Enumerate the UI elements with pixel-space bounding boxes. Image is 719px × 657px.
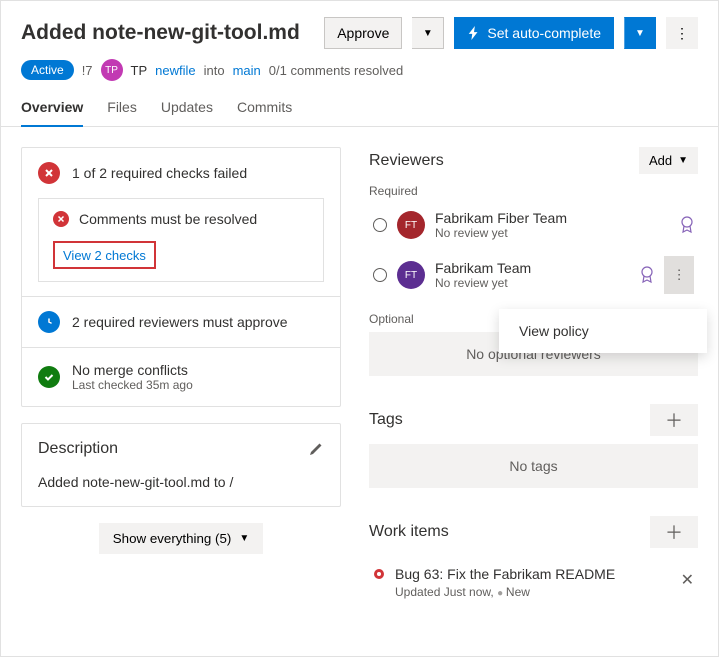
work-items-section-head: Work items ＋ xyxy=(369,516,698,548)
description-card: Description Added note-new-git-tool.md t… xyxy=(21,423,341,507)
vertical-dots-icon: ⋮ xyxy=(672,267,685,283)
description-text: Added note-new-git-tool.md to / xyxy=(38,474,324,490)
target-branch-link[interactable]: main xyxy=(233,63,261,78)
plus-icon: ＋ xyxy=(665,519,683,545)
author-avatar[interactable]: TP xyxy=(101,59,123,81)
add-work-item-button[interactable]: ＋ xyxy=(650,516,698,548)
reviewer-status: No review yet xyxy=(435,276,630,290)
dot-icon: ● xyxy=(497,588,506,599)
checks-summary-text: 1 of 2 required checks failed xyxy=(72,165,247,181)
tab-bar: Overview Files Updates Commits xyxy=(1,81,718,127)
tags-title: Tags xyxy=(369,411,403,429)
checks-detail-box: Comments must be resolved View 2 checks xyxy=(38,198,324,282)
work-items-title: Work items xyxy=(369,523,449,541)
reviewer-context-menu: View policy xyxy=(499,309,707,353)
reviewer-radio[interactable] xyxy=(373,218,387,232)
vertical-dots-icon: ⋮ xyxy=(675,25,689,42)
tab-updates[interactable]: Updates xyxy=(161,99,213,126)
approve-button[interactable]: Approve xyxy=(324,17,402,49)
work-item-info: Bug 63: Fix the Fabrikam README Updated … xyxy=(395,566,615,599)
chevron-down-icon: ▼ xyxy=(423,28,433,39)
pr-header: Added note-new-git-tool.md Approve ▼ Set… xyxy=(1,1,718,81)
reviewer-avatar: FT xyxy=(397,211,425,239)
reviewer-info: Fabrikam Fiber Team No review yet xyxy=(435,210,670,240)
tab-overview[interactable]: Overview xyxy=(21,99,83,127)
reviewers-check-text: 2 required reviewers must approve xyxy=(72,314,288,330)
view-checks-highlight: View 2 checks xyxy=(53,241,156,269)
bug-icon xyxy=(373,568,385,580)
right-column: Reviewers Add ▼ Required FT Fabrikam Fib… xyxy=(369,147,698,609)
show-everything-button[interactable]: Show everything (5) ▼ xyxy=(99,523,263,554)
merge-check-row: No merge conflicts Last checked 35m ago xyxy=(22,348,340,406)
status-badge: Active xyxy=(21,60,74,80)
more-actions-button[interactable]: ⋮ xyxy=(666,17,698,49)
add-reviewer-label: Add xyxy=(649,153,672,168)
success-icon xyxy=(38,366,60,388)
work-item-title[interactable]: Bug 63: Fix the Fabrikam README xyxy=(395,566,615,582)
reviewer-info: Fabrikam Team No review yet xyxy=(435,260,630,290)
checks-card: 1 of 2 required checks failed Comments m… xyxy=(21,147,341,407)
reviewer-more-button[interactable]: ⋮ xyxy=(664,256,694,294)
auto-complete-dropdown[interactable]: ▼ xyxy=(624,17,656,49)
chevron-down-icon: ▼ xyxy=(678,155,688,166)
header-row-2: Active !7 TP TP newfile into main 0/1 co… xyxy=(21,59,698,81)
view-checks-link[interactable]: View 2 checks xyxy=(63,248,146,263)
remove-work-item-button[interactable]: ✕ xyxy=(681,570,694,590)
reviewers-section-head: Reviewers Add ▼ xyxy=(369,147,698,174)
lightning-icon xyxy=(467,26,481,40)
reviewer-status: No review yet xyxy=(435,226,670,240)
reviewer-name[interactable]: Fabrikam Fiber Team xyxy=(435,210,670,226)
work-item-sub: Updated Just now, ● New xyxy=(395,585,615,599)
tags-section-head: Tags ＋ xyxy=(369,404,698,436)
merge-check-info: No merge conflicts Last checked 35m ago xyxy=(72,362,193,392)
reviewer-name[interactable]: Fabrikam Team xyxy=(435,260,630,276)
set-auto-complete-label: Set auto-complete xyxy=(487,25,601,41)
header-row-1: Added note-new-git-tool.md Approve ▼ Set… xyxy=(21,17,698,49)
content-area: 1 of 2 required checks failed Comments m… xyxy=(1,127,718,629)
description-title: Description xyxy=(38,440,118,458)
no-tags: No tags xyxy=(369,444,698,488)
clock-icon xyxy=(38,311,60,333)
work-item-state: New xyxy=(506,585,530,599)
into-label: into xyxy=(204,63,225,78)
comment-check-row: Comments must be resolved xyxy=(53,211,309,227)
work-item-updated: Updated Just now, xyxy=(395,585,494,599)
reviewers-title: Reviewers xyxy=(369,152,444,170)
merge-check-title: No merge conflicts xyxy=(72,362,193,378)
comments-resolved: 0/1 comments resolved xyxy=(269,63,403,78)
tab-commits[interactable]: Commits xyxy=(237,99,292,126)
set-auto-complete-button[interactable]: Set auto-complete xyxy=(454,17,614,49)
ribbon-icon xyxy=(680,216,694,234)
error-icon xyxy=(38,162,60,184)
pr-number: !7 xyxy=(82,63,93,78)
reviewer-radio[interactable] xyxy=(373,268,387,282)
page-title: Added note-new-git-tool.md xyxy=(21,21,314,45)
comment-check-text: Comments must be resolved xyxy=(79,211,257,227)
ribbon-icon xyxy=(640,266,654,284)
add-tag-button[interactable]: ＋ xyxy=(650,404,698,436)
checks-summary-row: 1 of 2 required checks failed xyxy=(22,148,340,198)
merge-check-sub: Last checked 35m ago xyxy=(72,378,193,392)
tab-files[interactable]: Files xyxy=(107,99,137,126)
approve-dropdown[interactable]: ▼ xyxy=(412,17,444,49)
source-branch-link[interactable]: newfile xyxy=(155,63,195,78)
reviewer-row: FT Fabrikam Team No review yet ⋮ xyxy=(369,248,698,302)
error-icon xyxy=(53,211,69,227)
edit-icon[interactable] xyxy=(308,441,324,457)
add-reviewer-button[interactable]: Add ▼ xyxy=(639,147,698,174)
show-everything-row: Show everything (5) ▼ xyxy=(21,523,341,554)
plus-icon: ＋ xyxy=(665,407,683,433)
description-header: Description xyxy=(38,440,324,458)
chevron-down-icon: ▼ xyxy=(239,533,249,544)
view-policy-menu-item[interactable]: View policy xyxy=(519,323,687,339)
left-column: 1 of 2 required checks failed Comments m… xyxy=(21,147,341,609)
reviewer-row: FT Fabrikam Fiber Team No review yet xyxy=(369,202,698,248)
chevron-down-icon: ▼ xyxy=(635,28,645,39)
author-name: TP xyxy=(131,63,148,78)
show-everything-label: Show everything (5) xyxy=(113,531,232,546)
required-label: Required xyxy=(369,184,698,198)
work-item-row[interactable]: Bug 63: Fix the Fabrikam README Updated … xyxy=(369,556,698,609)
reviewer-avatar: FT xyxy=(397,261,425,289)
reviewers-check-row: 2 required reviewers must approve xyxy=(22,297,340,347)
